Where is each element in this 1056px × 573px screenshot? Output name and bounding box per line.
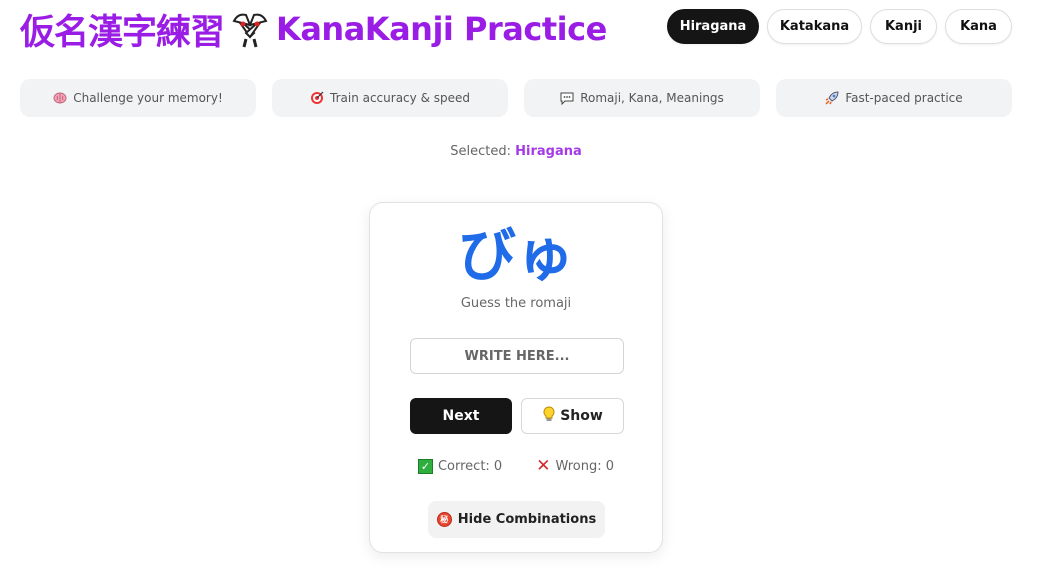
- correct-label: Correct: 0: [437, 459, 503, 474]
- feature-modes: Romaji, Kana, Meanings: [524, 79, 760, 117]
- feature-memory: Challenge your memory!: [20, 79, 256, 117]
- feature-fast-label: Fast-paced practice: [845, 91, 963, 105]
- secret-icon: 秘: [436, 512, 452, 527]
- brain-icon: [53, 91, 67, 105]
- tab-hiragana[interactable]: Hiragana: [667, 9, 759, 44]
- app-root: 仮名漢字練習 KanaKanji Practice Hiragana Katak…: [0, 0, 1056, 573]
- correct-count: ✓ Correct: 0: [417, 459, 503, 474]
- next-button[interactable]: Next: [410, 398, 512, 434]
- kana-glyph: びゅ: [457, 221, 574, 289]
- feature-list: Challenge your memory! Train accuracy & …: [20, 79, 1012, 117]
- selected-prefix: Selected:: [450, 144, 511, 159]
- score-row: ✓ Correct: 0 ✕ Wrong: 0: [370, 456, 662, 476]
- show-button[interactable]: Show: [521, 398, 624, 434]
- feature-memory-label: Challenge your memory!: [73, 91, 223, 105]
- crossed-fans-icon: [228, 7, 272, 51]
- answer-input[interactable]: [410, 338, 624, 374]
- target-icon: [310, 91, 324, 105]
- selected-value: Hiragana: [515, 144, 582, 159]
- hide-combinations-button[interactable]: 秘 Hide Combinations: [428, 501, 605, 538]
- title-kanji: 仮名漢字練習: [20, 12, 225, 53]
- quiz-card: びゅ Guess the romaji Next Show ✓ Correct:…: [369, 202, 663, 553]
- cross-icon: ✕: [536, 456, 551, 476]
- tab-kana[interactable]: Kana: [945, 9, 1012, 44]
- brand-title: 仮名漢字練習 KanaKanji Practice: [20, 6, 607, 53]
- tab-kanji[interactable]: Kanji: [870, 9, 937, 44]
- feature-fast: Fast-paced practice: [776, 79, 1012, 117]
- speech-bubble-icon: [560, 91, 574, 105]
- show-label: Show: [560, 408, 603, 424]
- quiz-hint: Guess the romaji: [460, 296, 572, 311]
- wrong-label: Wrong: 0: [555, 459, 615, 474]
- feature-accuracy: Train accuracy & speed: [272, 79, 508, 117]
- wrong-count: ✕ Wrong: 0: [536, 456, 615, 476]
- kana-tabs: Hiragana Katakana Kanji Kana: [667, 9, 1012, 44]
- title-latin: KanaKanji Practice: [276, 10, 607, 48]
- tab-katakana[interactable]: Katakana: [767, 9, 862, 44]
- lightbulb-icon: [542, 406, 556, 426]
- rocket-icon: [825, 91, 839, 105]
- check-icon: ✓: [417, 459, 433, 474]
- selected-mode: Selected: Hiragana: [0, 144, 1032, 159]
- hide-combinations-label: Hide Combinations: [457, 512, 597, 527]
- feature-modes-label: Romaji, Kana, Meanings: [580, 91, 724, 105]
- feature-accuracy-label: Train accuracy & speed: [330, 91, 470, 105]
